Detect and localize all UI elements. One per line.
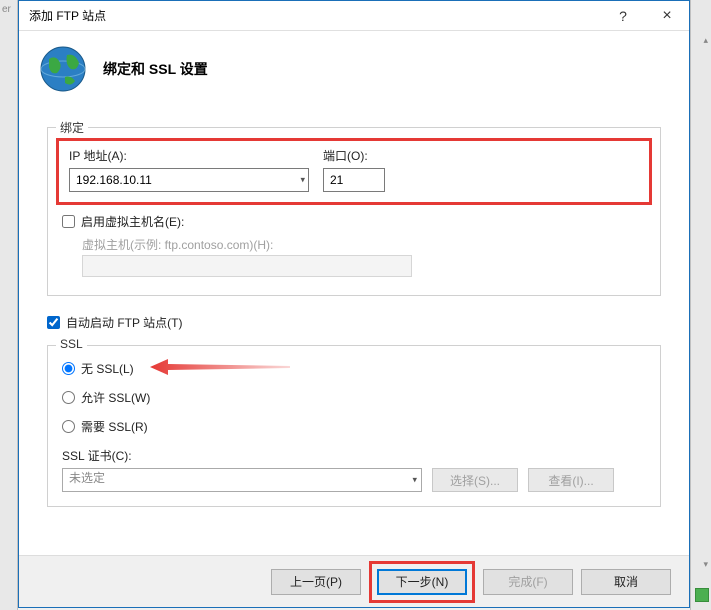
select-cert-button[interactable]: 选择(S)... (432, 468, 518, 492)
ssl-require-radio[interactable] (62, 420, 75, 433)
previous-button[interactable]: 上一页(P) (271, 569, 361, 595)
globe-icon (39, 45, 87, 93)
ssl-allow-label: 允许 SSL(W) (81, 389, 150, 406)
scroll-down-icon: ▾ (703, 559, 708, 570)
ssl-groupbox: SSL 无 SSL(L) 允许 SSL(W) 需要 SSL(R) SSL 证书(… (47, 345, 661, 507)
view-cert-button[interactable]: 查看(I)... (528, 468, 614, 492)
next-button[interactable]: 下一步(N) (377, 569, 467, 595)
enable-vhost-checkbox[interactable] (62, 215, 75, 228)
ssl-cert-label: SSL 证书(C): (62, 447, 646, 464)
binding-group-title: 绑定 (56, 119, 88, 136)
tray-icon (695, 588, 709, 602)
wizard-content: 绑定 IP 地址(A): ▾ 端口(O): (19, 107, 689, 557)
highlight-annotation-next: 下一步(N) (369, 561, 475, 603)
cancel-button[interactable]: 取消 (581, 569, 671, 595)
help-button[interactable]: ? (601, 1, 645, 31)
ssl-none-label: 无 SSL(L) (81, 360, 134, 377)
ssl-require-label: 需要 SSL(R) (81, 418, 148, 435)
background-window-right: ▴ ▾ (690, 0, 711, 610)
binding-groupbox: 绑定 IP 地址(A): ▾ 端口(O): (47, 127, 661, 296)
autostart-checkbox[interactable] (47, 316, 60, 329)
vhost-example-label: 虚拟主机(示例: ftp.contoso.com)(H): (82, 236, 646, 253)
ssl-allow-radio[interactable] (62, 391, 75, 404)
background-window-left: er (0, 0, 18, 610)
ssl-none-radio[interactable] (62, 362, 75, 375)
highlight-annotation-binding: IP 地址(A): ▾ 端口(O): (56, 138, 652, 205)
ssl-group-title: SSL (56, 337, 87, 351)
ssl-cert-value: 未选定 (69, 471, 105, 485)
vhost-input-disabled (82, 255, 412, 277)
wizard-footer: 上一页(P) 下一步(N) 完成(F) 取消 (19, 555, 689, 607)
port-label: 端口(O): (323, 147, 385, 164)
wizard-header: 绑定和 SSL 设置 (19, 31, 689, 107)
dialog-title: 添加 FTP 站点 (29, 7, 601, 24)
page-title: 绑定和 SSL 设置 (103, 59, 208, 79)
close-button[interactable]: × (645, 1, 689, 31)
scroll-up-icon: ▴ (703, 35, 708, 46)
ip-address-input[interactable] (69, 168, 309, 192)
arrow-annotation-icon (150, 357, 290, 377)
enable-vhost-label: 启用虚拟主机名(E): (81, 213, 184, 230)
chevron-down-icon: ▾ (412, 475, 417, 486)
finish-button: 完成(F) (483, 569, 573, 595)
port-input[interactable] (323, 168, 385, 192)
autostart-label: 自动启动 FTP 站点(T) (66, 314, 182, 331)
bg-text: er (0, 0, 17, 19)
add-ftp-site-dialog: 添加 FTP 站点 ? × 绑定和 SSL 设置 绑定 IP 地址(A): (18, 0, 690, 608)
titlebar: 添加 FTP 站点 ? × (19, 1, 689, 31)
ssl-cert-select[interactable]: 未选定 ▾ (62, 468, 422, 492)
ip-address-label: IP 地址(A): (69, 147, 309, 164)
